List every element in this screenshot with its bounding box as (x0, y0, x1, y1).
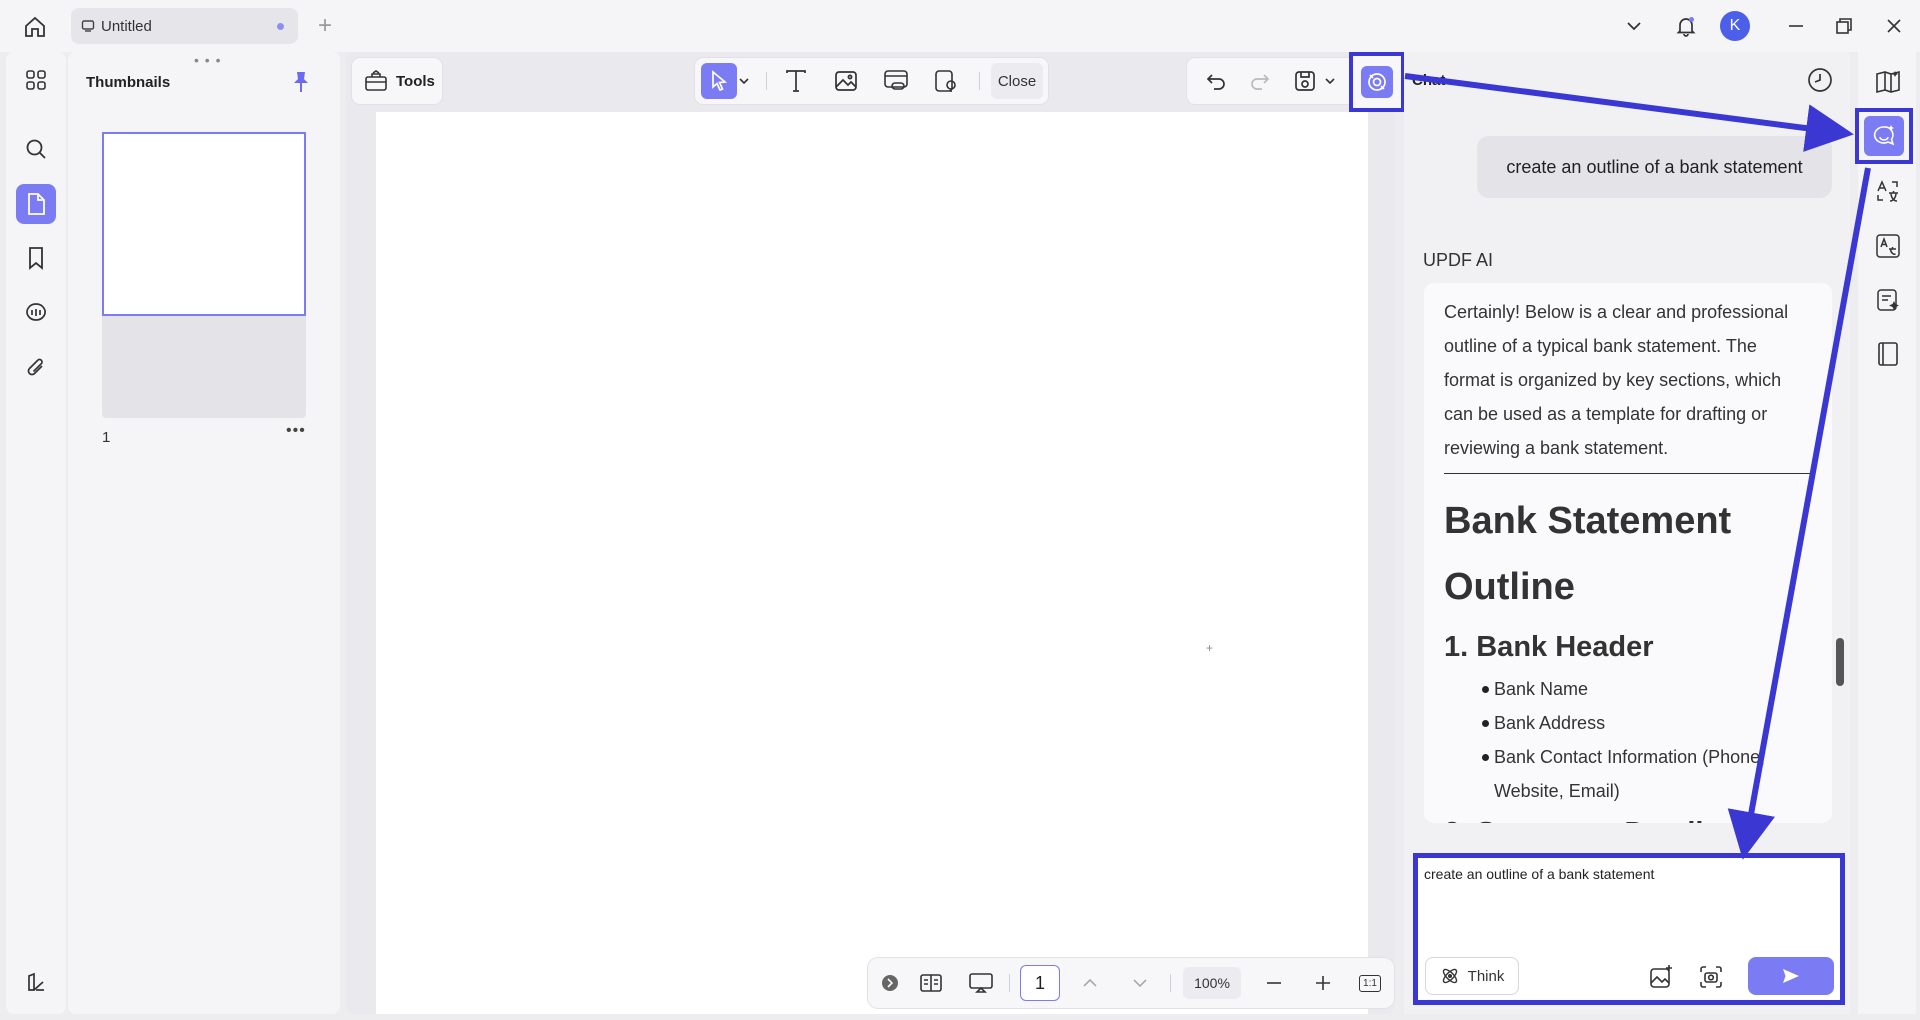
list-item: Bank Address (1482, 706, 1812, 740)
save-dropdown-chevron-icon[interactable] (1321, 63, 1339, 99)
new-tab-button[interactable]: + (312, 12, 338, 40)
tools-label: Tools (396, 72, 435, 90)
user-message-bubble: create an outline of a bank statement (1477, 136, 1832, 198)
chat-scrollbar[interactable] (1836, 638, 1844, 686)
atom-icon (1440, 966, 1460, 986)
undo-icon[interactable] (1198, 63, 1234, 99)
page-navigation-bar: 1 100% 1:1 (868, 958, 1394, 1008)
select-dropdown-chevron-icon[interactable] (735, 63, 753, 99)
actual-size-button[interactable]: 1:1 (1356, 967, 1384, 999)
select-tool-button[interactable] (701, 63, 737, 99)
restore-icon[interactable] (1830, 12, 1858, 40)
bell-icon[interactable] (1672, 12, 1700, 40)
crosshair-cursor-icon: + (1206, 641, 1214, 655)
chevron-down-icon[interactable] (1622, 14, 1646, 38)
separator (1009, 974, 1010, 992)
send-icon (1781, 966, 1801, 986)
thumbnails-panel: • • • Thumbnails 1 ••• (68, 52, 340, 1014)
reading-mode-icon[interactable] (914, 967, 948, 999)
attachment-icon[interactable] (16, 348, 56, 388)
image-upload-icon[interactable] (1648, 964, 1674, 990)
image-tool-icon[interactable] (828, 63, 864, 99)
left-rail (6, 52, 66, 1014)
zoom-level-input[interactable]: 100% (1183, 967, 1241, 999)
apps-grid-icon[interactable] (16, 60, 56, 100)
comment-icon[interactable] (16, 293, 56, 333)
presentation-icon[interactable] (964, 967, 998, 999)
search-icon[interactable] (16, 129, 56, 169)
tab-title: Untitled (101, 17, 152, 35)
ai-chat-rail-button[interactable] (1855, 108, 1913, 164)
ai-response-intro: Certainly! Below is a clear and professi… (1444, 302, 1789, 458)
new-tab-label: + (317, 12, 332, 39)
expand-chevron-icon[interactable] (880, 967, 900, 999)
close-edit-button[interactable]: Close (991, 63, 1043, 99)
avatar[interactable]: K (1720, 11, 1750, 41)
text-tool-icon[interactable] (778, 63, 814, 99)
send-button[interactable] (1748, 957, 1834, 995)
screenshot-icon[interactable] (1698, 964, 1724, 990)
chat-input-box: create an outline of a bank statement Th… (1413, 853, 1845, 1005)
section-1-list: Bank Name Bank Address Bank Contact Info… (1444, 672, 1812, 808)
zoom-in-icon[interactable] (1309, 967, 1337, 999)
document-tab[interactable]: Untitled (71, 8, 298, 44)
bookmark-icon[interactable] (16, 238, 56, 278)
ai-sender-name: UPDF AI (1423, 250, 1494, 270)
ai-summary-icon[interactable] (1868, 280, 1908, 320)
thumbnail-more-button[interactable]: ••• (286, 422, 306, 440)
section-2-title: 2. Statement Details (1444, 808, 1812, 823)
list-item: Bank Contact Information (Phone, Website… (1482, 740, 1812, 808)
history-toolbar (1187, 58, 1365, 104)
translate-icon[interactable] (1868, 172, 1908, 212)
chat-input[interactable]: create an outline of a bank statement (1424, 866, 1824, 926)
separator (979, 72, 980, 90)
notebook-icon[interactable] (1868, 334, 1908, 374)
think-button[interactable]: Think (1425, 957, 1519, 995)
response-divider (1444, 473, 1812, 474)
reader-book-icon[interactable] (1868, 62, 1908, 102)
ai-response-card: Certainly! Below is a clear and professi… (1424, 283, 1832, 823)
next-page-icon[interactable] (1126, 967, 1154, 999)
chat-header-title: Chat (1412, 72, 1446, 89)
list-item: Bank Name (1482, 672, 1812, 706)
thumbnail-page-1[interactable] (102, 132, 306, 316)
history-clock-icon[interactable] (1806, 66, 1834, 94)
tab-doc-icon (81, 19, 95, 33)
thumbnail-page-number: 1 (102, 429, 111, 446)
minimize-icon[interactable] (1782, 12, 1810, 40)
close-window-icon[interactable] (1880, 12, 1908, 40)
pin-icon[interactable] (290, 70, 312, 94)
redo-icon[interactable] (1242, 63, 1278, 99)
ocr-text-icon[interactable] (1868, 226, 1908, 266)
tools-button[interactable]: Tools (352, 58, 442, 104)
pdf-page[interactable] (376, 112, 1368, 1014)
response-heading: Bank Statement Outline (1444, 500, 1732, 608)
zoom-out-icon[interactable] (1260, 967, 1288, 999)
toolbox-icon (364, 70, 388, 92)
unsaved-dot-icon (277, 23, 284, 30)
edit-toolbar: Close (695, 58, 1048, 104)
thumbnails-page-icon[interactable] (16, 184, 56, 224)
ai-assistant-icon (1361, 66, 1393, 98)
watermark-tool-icon[interactable] (928, 63, 964, 99)
panel-grip[interactable]: • • • (194, 52, 221, 68)
avatar-initial: K (1729, 17, 1741, 34)
updf-ai-button[interactable] (1349, 52, 1405, 112)
actual-size-label: 1:1 (1359, 974, 1381, 992)
section-1-title: 1. Bank Header (1444, 631, 1654, 663)
title-bar: Untitled + K (0, 0, 1920, 52)
ai-chat-icon (1864, 116, 1904, 156)
link-tool-icon[interactable] (878, 63, 914, 99)
separator (1170, 974, 1171, 992)
previous-page-icon[interactable] (1076, 967, 1104, 999)
separator (766, 72, 767, 90)
thumbnails-title: Thumbnails (86, 74, 171, 91)
save-icon[interactable] (1287, 63, 1323, 99)
page-number-input[interactable]: 1 (1020, 965, 1060, 1001)
layers-icon[interactable] (16, 962, 56, 1002)
think-label: Think (1467, 967, 1505, 985)
home-icon[interactable] (20, 12, 50, 42)
